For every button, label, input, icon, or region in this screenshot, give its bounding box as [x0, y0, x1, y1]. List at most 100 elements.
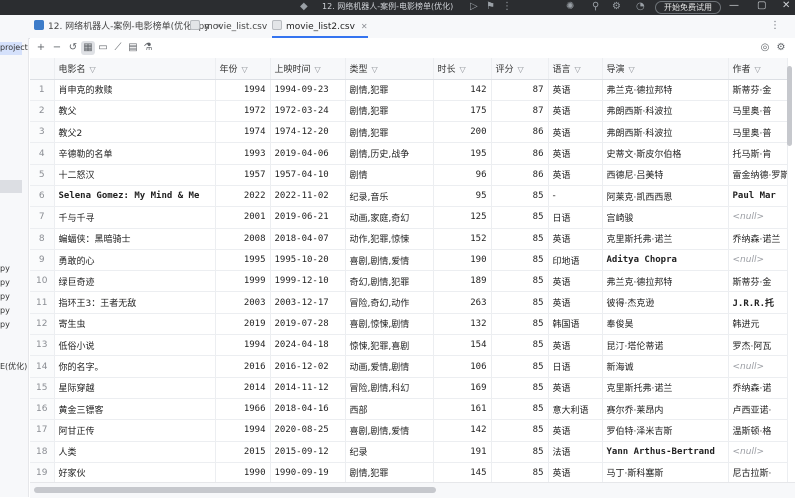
ai-assistant-icon[interactable]: ✺ — [566, 1, 574, 12]
table-cell[interactable]: 95 — [433, 185, 492, 208]
table-cell[interactable]: 1995-10-20 — [270, 249, 346, 272]
sidebar-item[interactable]: py — [0, 306, 10, 315]
table-cell[interactable]: 1995 — [215, 249, 271, 272]
table-cell[interactable]: 剧情 — [345, 164, 434, 186]
table-cell[interactable]: 152 — [433, 228, 492, 250]
table-cell[interactable]: 161 — [433, 398, 492, 421]
table-cell[interactable]: 85 — [491, 206, 549, 229]
table-row[interactable]: 3 教父2 1974 1974-12-20 剧情,犯罪 200 86 英语 弗朗西斯·科波拉 马里… — [30, 121, 788, 144]
table-row[interactable]: 12 寄生虫 2019 2019-07-28 喜剧,惊悚,剧情 132 85 韩国语 奉俊昊 韩进… — [30, 313, 788, 336]
table-cell[interactable]: 彼得·杰克逊 — [602, 291, 729, 314]
more-actions-icon[interactable]: ⋮ — [502, 1, 512, 12]
table-cell[interactable]: 2016 — [215, 355, 271, 378]
table-cell[interactable]: 好家伙 — [54, 462, 216, 482]
table-cell[interactable]: 1990-09-19 — [270, 462, 346, 482]
table-cell[interactable]: 马丁·斯科塞斯 — [602, 462, 729, 482]
table-cell[interactable]: 韩国语 — [548, 313, 603, 336]
table-cell[interactable]: 1974-12-20 — [270, 121, 346, 144]
table-row[interactable]: 2 教父 1972 1972-03-24 剧情,犯罪 175 87 英语 弗朗西斯·科波拉 马里奥… — [30, 100, 788, 123]
sidebar-item[interactable]: py — [0, 264, 10, 273]
table-cell[interactable]: 125 — [433, 206, 492, 229]
table-cell[interactable]: 奉俊昊 — [602, 313, 729, 336]
table-cell[interactable]: 喜剧,惊悚,剧情 — [345, 313, 434, 336]
table-cell[interactable]: 142 — [433, 79, 492, 101]
table-cell[interactable]: 85 — [491, 441, 549, 463]
table-cell[interactable]: 85 — [491, 355, 549, 378]
table-cell[interactable]: 纪录 — [345, 441, 434, 463]
table-cell[interactable]: 星际穿越 — [54, 377, 216, 399]
more-tabs-icon[interactable]: ⋮ — [770, 20, 780, 31]
table-cell[interactable]: Paul Mar — [728, 185, 788, 208]
table-cell[interactable]: 1994 — [215, 419, 271, 442]
table-cell[interactable]: 85 — [491, 419, 549, 442]
table-cell[interactable]: 2001 — [215, 206, 271, 229]
table-cell[interactable]: 2015-09-12 — [270, 441, 346, 463]
table-cell[interactable]: 2019-04-06 — [270, 142, 346, 165]
table-row[interactable]: 6 Selena Gomez: My Mind & Me 2022 2022-11-0… — [30, 185, 788, 208]
table-cell[interactable]: 寄生虫 — [54, 313, 216, 336]
table-cell[interactable]: 温斯顿·格 — [728, 419, 788, 442]
table-cell[interactable]: - — [548, 185, 603, 208]
table-cell[interactable]: 1957 — [215, 164, 271, 186]
column-header[interactable]: 评分 ▽ — [491, 58, 549, 80]
table-cell[interactable]: 200 — [433, 121, 492, 144]
sidebar-item[interactable]: py — [0, 278, 10, 287]
close-icon[interactable]: ✕ — [361, 22, 368, 31]
table-row[interactable]: 4 辛德勒的名单 1993 2019-04-06 剧情,历史,战争 195 86 英语 史蒂文·… — [30, 142, 788, 165]
table-row[interactable]: 13 低俗小说 1994 2024-04-18 惊悚,犯罪,喜剧 154 85 英语 昆汀·塔伦… — [30, 334, 788, 357]
export-icon[interactable]: ▤ — [126, 41, 140, 55]
table-cell[interactable]: 韩进元 — [728, 313, 788, 336]
table-cell[interactable]: 2019-06-21 — [270, 206, 346, 229]
table-cell[interactable]: 195 — [433, 142, 492, 165]
tab-movie-list2[interactable]: movie_list2.csv ✕ — [272, 15, 368, 38]
table-cell[interactable]: <null> — [728, 355, 788, 378]
table-cell[interactable]: 剧情,犯罪 — [345, 462, 434, 482]
table-cell[interactable]: 1994 — [215, 79, 271, 101]
table-row[interactable]: 7 千与千寻 2001 2019-06-21 动画,家庭,奇幻 125 85 日语 宫崎骏 <nu… — [30, 206, 788, 229]
table-cell[interactable]: 史蒂文·斯皮尔伯格 — [602, 142, 729, 165]
sidebar-item[interactable]: E(优化).py — [0, 361, 28, 372]
table-cell[interactable]: 昆汀·塔伦蒂诺 — [602, 334, 729, 357]
start-trial-button[interactable]: 开始免费试用 — [655, 1, 721, 14]
column-header[interactable]: 电影名 ▽ — [54, 58, 216, 80]
table-cell[interactable]: <null> — [728, 249, 788, 272]
table-cell[interactable]: 132 — [433, 313, 492, 336]
table-cell[interactable]: 86 — [491, 164, 549, 186]
table-cell[interactable]: 85 — [491, 313, 549, 336]
close-button[interactable]: ✕ — [782, 0, 790, 11]
table-row[interactable]: 8 蝙蝠侠：黑暗骑士 2008 2018-04-07 动作,犯罪,惊悚 152 85 英语 克里… — [30, 228, 788, 250]
table-cell[interactable]: 罗杰·阿瓦 — [728, 334, 788, 357]
table-cell[interactable]: 英语 — [548, 142, 603, 165]
table-row[interactable]: 14 你的名字。 2016 2016-12-02 动画,爱情,剧情 106 85 日语 新海诚 <… — [30, 355, 788, 378]
table-cell[interactable]: 英语 — [548, 462, 603, 482]
table-row[interactable]: 16 黄金三镖客 1966 2018-04-16 西部 161 85 意大利语 赛尔乔·莱昂内卢… — [30, 398, 788, 421]
table-cell[interactable]: 2022 — [215, 185, 271, 208]
table-cell[interactable]: 肖申克的救赎 — [54, 79, 216, 101]
table-row[interactable]: 19 好家伙 1990 1990-09-19 剧情,犯罪 145 85 英语 马丁·斯科塞斯 尼古… — [30, 462, 788, 482]
table-cell[interactable]: 低俗小说 — [54, 334, 216, 357]
table-cell[interactable]: 1993 — [215, 142, 271, 165]
table-cell[interactable]: 2018-04-07 — [270, 228, 346, 250]
table-cell[interactable]: 85 — [491, 334, 549, 357]
table-cell[interactable]: 2008 — [215, 228, 271, 250]
column-header[interactable]: 语言 ▽ — [548, 58, 603, 80]
table-cell[interactable]: 85 — [491, 249, 549, 272]
table-cell[interactable]: 189 — [433, 270, 492, 293]
table-cell[interactable]: 英语 — [548, 100, 603, 123]
sidebar-item[interactable]: py — [0, 320, 10, 329]
table-cell[interactable]: 英语 — [548, 419, 603, 442]
table-cell[interactable]: 新海诚 — [602, 355, 729, 378]
table-cell[interactable]: 2020-08-25 — [270, 419, 346, 442]
table-cell[interactable]: 190 — [433, 249, 492, 272]
table-cell[interactable]: 卢西亚诺· — [728, 398, 788, 421]
table-cell[interactable]: <null> — [728, 441, 788, 463]
settings-icon[interactable]: ⚙ — [612, 1, 621, 12]
table-cell[interactable]: 马里奥·普 — [728, 121, 788, 144]
table-cell[interactable]: 冒险,奇幻,动作 — [345, 291, 434, 314]
table-cell[interactable]: 宫崎骏 — [602, 206, 729, 229]
table-cell[interactable]: Yann Arthus-Bertrand — [602, 441, 729, 463]
table-cell[interactable]: 乔纳森·诺 — [728, 377, 788, 399]
table-cell[interactable]: 弗兰克·德拉邦特 — [602, 270, 729, 293]
column-header[interactable]: 类型 ▽ — [345, 58, 434, 80]
table-cell[interactable]: 你的名字。 — [54, 355, 216, 378]
